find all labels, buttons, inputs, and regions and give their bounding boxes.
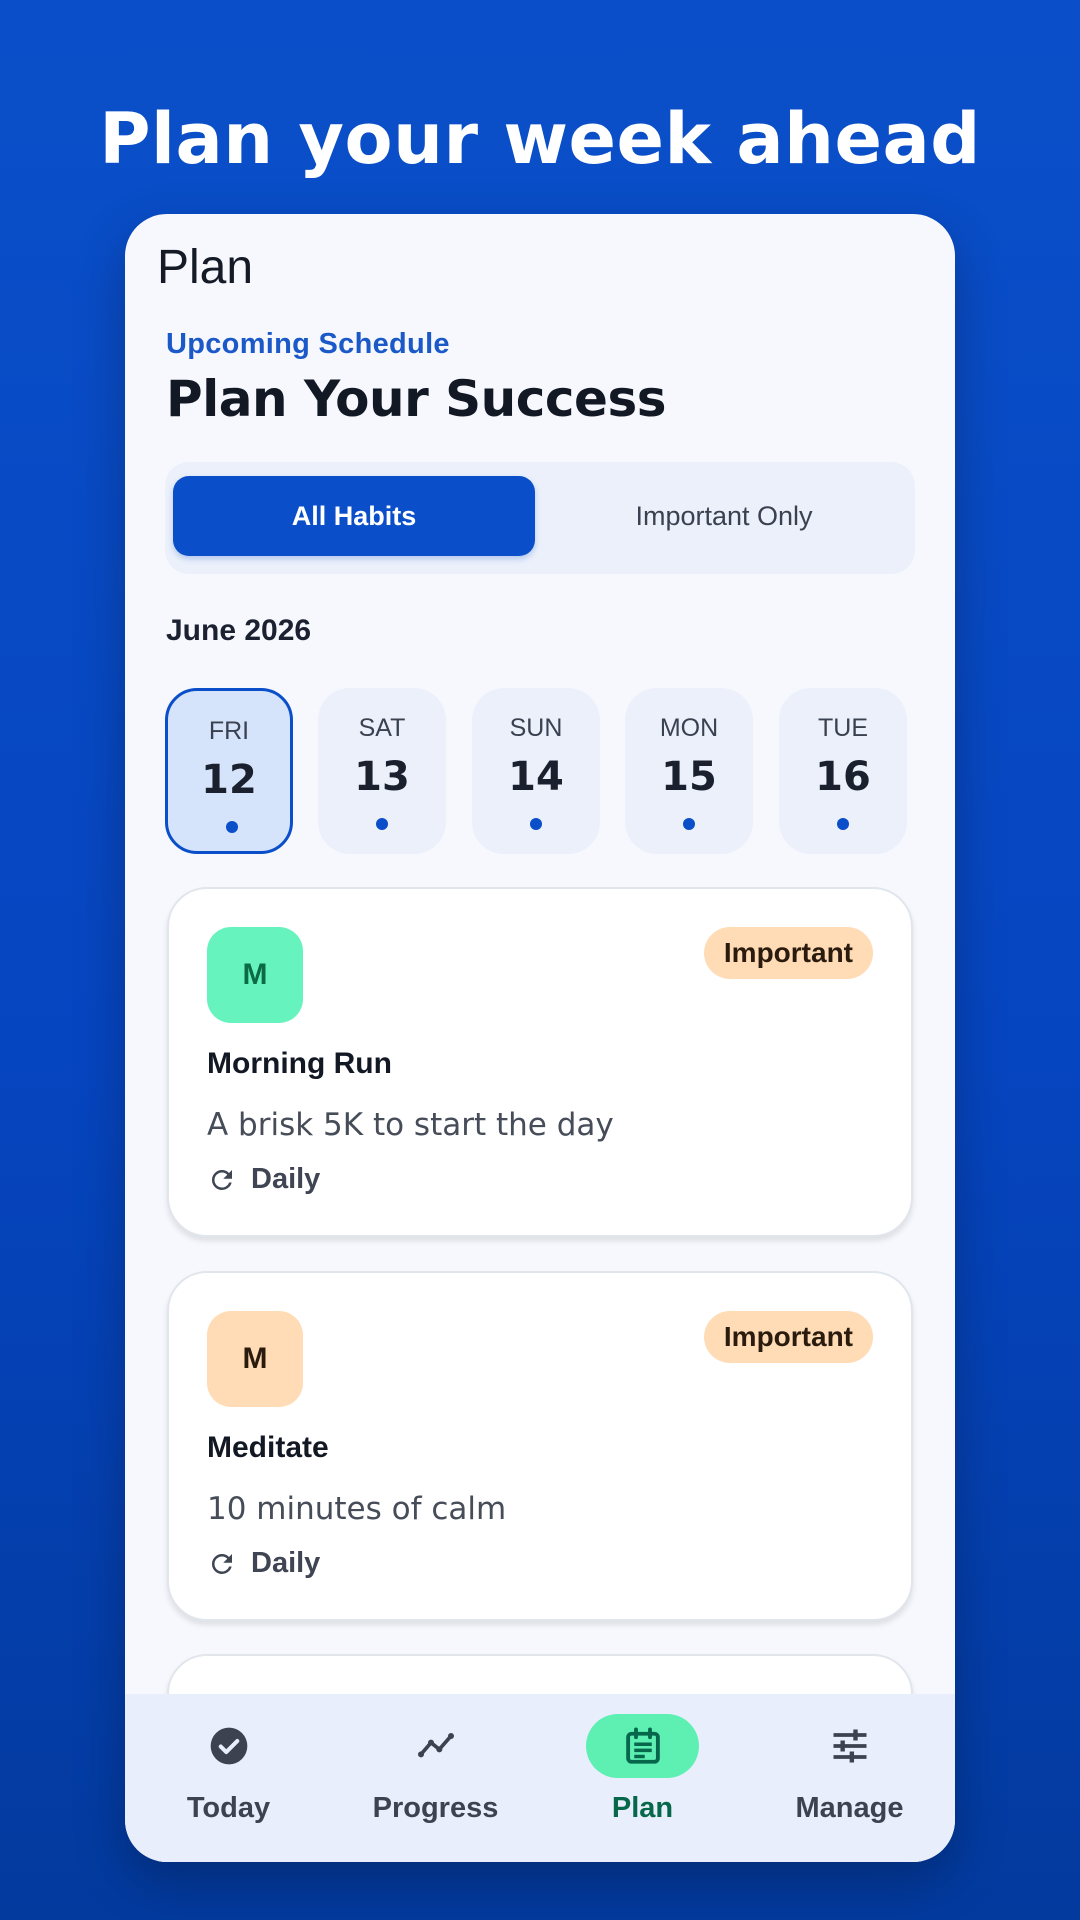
habit-frequency: Daily — [207, 1163, 320, 1196]
nav-plan[interactable]: Plan — [539, 1694, 746, 1862]
app-window: Plan Upcoming Schedule Plan Your Success… — [125, 214, 955, 1862]
day-number: 13 — [354, 754, 410, 800]
day-number: 12 — [201, 757, 257, 803]
nav-icon-container — [379, 1714, 492, 1778]
habit-description: 10 minutes of calm — [207, 1491, 507, 1527]
day-chip-sat[interactable]: SAT 13 — [318, 688, 446, 854]
frequency-label: Daily — [251, 1163, 321, 1195]
check-circle-icon — [210, 1727, 247, 1765]
month-label: June 2026 — [166, 614, 312, 647]
habit-description: A brisk 5K to start the day — [207, 1107, 614, 1143]
section-eyebrow: Upcoming Schedule — [166, 328, 450, 360]
day-indicator-dot — [226, 821, 238, 833]
bottom-navigation: Today Progress Plan Manage — [125, 1694, 955, 1862]
nav-today[interactable]: Today — [125, 1694, 332, 1862]
habit-frequency: Daily — [207, 1547, 320, 1580]
important-badge: Important — [703, 927, 873, 979]
day-indicator-dot — [837, 818, 849, 830]
headline: Plan your week ahead — [99, 98, 981, 180]
habit-card[interactable]: M Important Meditate 10 minutes of calm … — [167, 1271, 913, 1621]
day-chip-tue[interactable]: TUE 16 — [779, 688, 907, 854]
nav-label: Progress — [372, 1792, 499, 1824]
nav-manage[interactable]: Manage — [746, 1694, 953, 1862]
habit-avatar: M — [207, 927, 303, 1023]
page-heading: Plan Your Success — [166, 370, 666, 428]
nav-label: Plan — [611, 1792, 674, 1824]
nav-icon-container — [586, 1714, 699, 1778]
day-indicator-dot — [530, 818, 542, 830]
nav-icon-container — [172, 1714, 285, 1778]
day-name: SUN — [509, 714, 563, 742]
repeat-icon — [211, 1553, 232, 1574]
day-number: 16 — [815, 754, 871, 800]
filter-important-only-button[interactable]: Important Only — [543, 476, 905, 556]
app-title: Plan — [157, 241, 254, 294]
day-name: MON — [659, 714, 719, 742]
nav-label: Today — [186, 1792, 271, 1824]
day-chip-fri[interactable]: FRI 12 — [165, 688, 293, 854]
habit-filter-toggle: All Habits Important Only — [165, 462, 915, 574]
nav-progress[interactable]: Progress — [332, 1694, 539, 1862]
frequency-label: Daily — [251, 1547, 321, 1579]
day-chip-sun[interactable]: SUN 14 — [472, 688, 600, 854]
trend-line-icon — [417, 1733, 454, 1758]
day-name: FRI — [208, 717, 250, 745]
filter-all-habits-button[interactable]: All Habits — [173, 476, 535, 556]
nav-label: Manage — [795, 1792, 904, 1824]
habit-title: Morning Run — [207, 1047, 392, 1080]
day-number: 15 — [661, 754, 717, 800]
repeat-icon — [211, 1169, 232, 1190]
day-indicator-dot — [683, 818, 695, 830]
habit-title: Meditate — [207, 1431, 329, 1464]
day-number: 14 — [508, 754, 564, 800]
day-name: TUE — [818, 714, 868, 742]
day-chip-mon[interactable]: MON 15 — [625, 688, 753, 854]
habit-card[interactable]: M Important Morning Run A brisk 5K to st… — [167, 887, 913, 1237]
habit-avatar: M — [207, 1311, 303, 1407]
nav-icon-container — [793, 1714, 906, 1778]
important-badge: Important — [703, 1311, 873, 1363]
calendar-icon — [625, 1727, 660, 1764]
day-selector: FRI 12 SAT 13 SUN 14 MON 15 TUE 16 — [165, 688, 915, 854]
sliders-icon — [833, 1729, 866, 1763]
day-name: SAT — [358, 714, 406, 742]
day-indicator-dot — [376, 818, 388, 830]
